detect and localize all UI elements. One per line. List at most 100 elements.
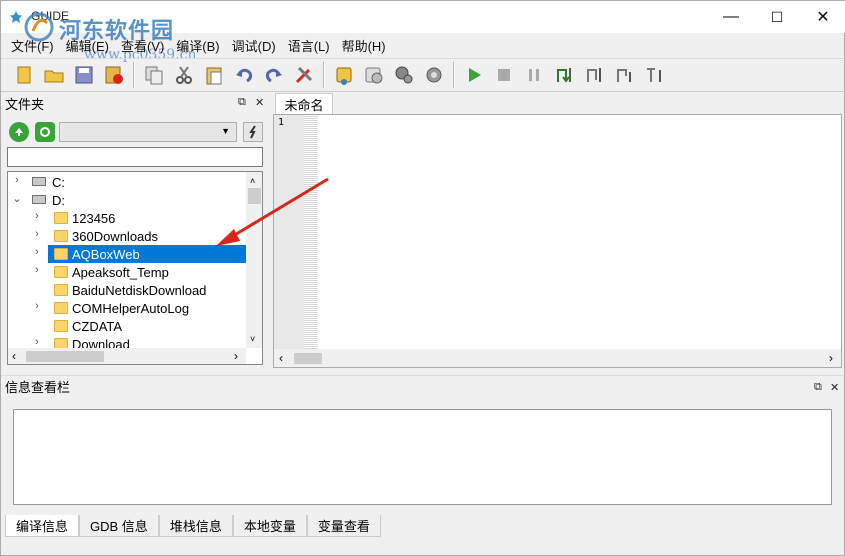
editor-tab[interactable]: 未命名 bbox=[275, 93, 333, 115]
scroll-right-icon[interactable]: › bbox=[234, 349, 238, 363]
toolbar bbox=[1, 58, 845, 92]
scroll-left-icon[interactable]: ‹ bbox=[12, 349, 16, 363]
folder-panel-float-button[interactable]: ⧉ bbox=[238, 96, 246, 109]
pause-icon bbox=[529, 69, 539, 81]
tools-icon bbox=[295, 66, 313, 84]
chevron-right-icon[interactable]: › bbox=[32, 246, 42, 258]
menu-item-3[interactable]: 编译(B) bbox=[170, 36, 225, 55]
browse-button[interactable] bbox=[243, 122, 263, 142]
editor-horizontal-scrollbar[interactable]: ‹ › bbox=[274, 349, 841, 367]
scroll-down-icon[interactable]: ˅ bbox=[250, 334, 255, 344]
info-panel-close-button[interactable]: ✕ bbox=[830, 381, 839, 394]
line-number: 1 bbox=[278, 117, 285, 128]
close-file-icon bbox=[105, 66, 123, 84]
tree-item-label: AQBoxWeb bbox=[72, 246, 140, 262]
chevron-right-icon[interactable]: › bbox=[12, 174, 22, 186]
path-input[interactable] bbox=[7, 147, 263, 167]
tools-button[interactable] bbox=[289, 61, 319, 89]
annotation-arrow bbox=[216, 177, 329, 246]
maximize-button[interactable]: ☐ bbox=[754, 1, 800, 33]
undo-button[interactable] bbox=[229, 61, 259, 89]
tree-item-label: 123456 bbox=[72, 210, 116, 226]
build-all-button[interactable] bbox=[419, 61, 449, 89]
chevron-right-icon[interactable]: › bbox=[32, 228, 42, 240]
tree-item[interactable]: › COMHelperAutoLog bbox=[8, 299, 248, 317]
chevron-right-icon[interactable]: › bbox=[32, 336, 42, 348]
run-button[interactable] bbox=[459, 61, 489, 89]
tree-item[interactable]: BaiduNetdiskDownload bbox=[8, 281, 248, 299]
info-panel-float-button[interactable]: ⧉ bbox=[814, 381, 822, 394]
scroll-right-icon[interactable]: › bbox=[829, 351, 833, 365]
info-tab-4[interactable]: 变量查看 bbox=[306, 515, 381, 537]
copy-button[interactable] bbox=[139, 61, 169, 89]
run-icon bbox=[469, 68, 481, 82]
folder-icon bbox=[54, 302, 68, 314]
cut-icon bbox=[176, 66, 192, 84]
redo-button[interactable] bbox=[259, 61, 289, 89]
menu-item-5[interactable]: 语言(L) bbox=[282, 36, 336, 55]
step-out-button[interactable] bbox=[609, 61, 639, 89]
menu-item-0[interactable]: 文件(F) bbox=[5, 36, 60, 55]
paste-button[interactable] bbox=[199, 61, 229, 89]
run-to-cursor-button[interactable] bbox=[639, 61, 669, 89]
info-tab-1[interactable]: GDB 信息 bbox=[79, 515, 159, 537]
chevron-right-icon[interactable]: › bbox=[32, 300, 42, 312]
close-button[interactable]: ✕ bbox=[800, 1, 845, 33]
info-tab-3[interactable]: 本地变量 bbox=[232, 515, 307, 537]
tree-item[interactable]: CZDATA bbox=[8, 317, 248, 335]
open-folder-button[interactable] bbox=[39, 61, 69, 89]
step-into-button[interactable] bbox=[549, 61, 579, 89]
scroll-left-icon[interactable]: ‹ bbox=[279, 351, 283, 365]
refresh-button[interactable] bbox=[35, 122, 55, 142]
step-over-button[interactable] bbox=[579, 61, 609, 89]
stop-button[interactable] bbox=[489, 61, 519, 89]
info-panel-header: 信息查看栏 ⧉ ✕ bbox=[1, 375, 845, 397]
code-editor[interactable]: 1 ‹ › bbox=[273, 114, 842, 368]
tree-horizontal-scrollbar[interactable]: ‹ › bbox=[8, 348, 246, 364]
window-title: GUIDE bbox=[31, 9, 70, 23]
folder-icon bbox=[54, 284, 68, 296]
menu-item-4[interactable]: 调试(D) bbox=[226, 36, 282, 55]
go-up-button[interactable] bbox=[9, 122, 29, 142]
info-tab-bar: 编译信息 GDB 信息 堆栈信息 本地变量 变量查看 bbox=[5, 515, 381, 537]
chevron-down-icon[interactable]: ⌄ bbox=[12, 192, 22, 205]
chevron-down-icon: ▼ bbox=[221, 126, 230, 136]
pause-button[interactable] bbox=[519, 61, 549, 89]
tree-item-label: 360Downloads bbox=[72, 228, 159, 244]
menu-item-6[interactable]: 帮助(H) bbox=[336, 36, 392, 55]
minimize-button[interactable]: — bbox=[708, 1, 754, 33]
folder-panel-close-button[interactable]: ✕ bbox=[255, 96, 264, 109]
settings-button[interactable] bbox=[389, 61, 419, 89]
cut-button[interactable] bbox=[169, 61, 199, 89]
toolbar-separator bbox=[453, 62, 455, 88]
tree-hscroll-thumb[interactable] bbox=[26, 351, 104, 362]
chevron-right-icon[interactable]: › bbox=[32, 264, 42, 276]
info-panel-title: 信息查看栏 bbox=[5, 380, 71, 395]
menu-item-2[interactable]: 查看(V) bbox=[115, 36, 170, 55]
undo-icon bbox=[236, 68, 253, 83]
menu-item-1[interactable]: 编辑(E) bbox=[60, 36, 115, 55]
refresh-icon bbox=[40, 127, 50, 137]
chevron-right-icon[interactable]: › bbox=[32, 210, 42, 222]
settings-icon bbox=[395, 66, 413, 84]
close-file-button[interactable] bbox=[99, 61, 129, 89]
folder-panel-header: 文件夹 ⧉ ✕ bbox=[1, 93, 270, 113]
step-over-icon bbox=[587, 68, 601, 82]
build-button[interactable] bbox=[359, 61, 389, 89]
tree-item-label: C: bbox=[52, 174, 65, 190]
redo-icon bbox=[265, 68, 282, 83]
app-icon bbox=[10, 11, 22, 23]
arrow-up-icon bbox=[15, 128, 23, 136]
save-button[interactable] bbox=[69, 61, 99, 89]
title-bar[interactable]: GUIDE — ☐ ✕ bbox=[1, 1, 845, 33]
tree-item[interactable]: › Apeaksoft_Temp bbox=[8, 263, 248, 281]
info-tab-0[interactable]: 编译信息 bbox=[5, 515, 80, 537]
compile-button[interactable] bbox=[329, 61, 359, 89]
editor-hscroll-thumb[interactable] bbox=[294, 353, 322, 364]
new-file-button[interactable] bbox=[9, 61, 39, 89]
new-file-icon bbox=[17, 66, 31, 84]
info-tab-2[interactable]: 堆栈信息 bbox=[158, 515, 233, 537]
info-output-area[interactable] bbox=[13, 409, 832, 505]
folder-icon bbox=[54, 320, 68, 332]
drive-select[interactable]: ▼ bbox=[59, 122, 237, 142]
